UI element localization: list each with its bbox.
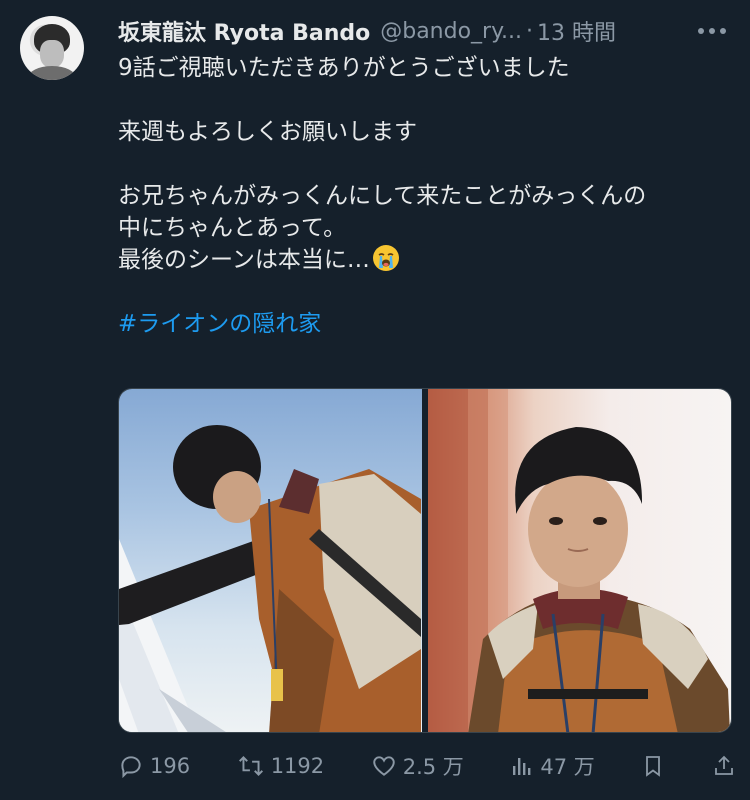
retweet-count: 1192 (270, 754, 325, 778)
avatar[interactable] (20, 16, 84, 80)
retweet-icon (237, 753, 265, 779)
views-chart-icon (510, 754, 534, 778)
tweet-text: 9話ご視聴いただきありがとうございました 来週もよろしくお願いします お兄ちゃん… (118, 52, 728, 340)
tweet-line-2 (118, 84, 728, 116)
tweet-timestamp[interactable]: 13 時間 (537, 15, 616, 47)
reply-count: 196 (150, 754, 191, 778)
tweet-line-3: 来週もよろしくお願いします (118, 119, 417, 145)
bookmark-button[interactable] (641, 753, 665, 779)
tweet-actions: 196 1192 2.5 万 47 万 (118, 748, 736, 784)
hashtag-link[interactable]: #ライオンの隠れ家 (118, 308, 728, 340)
crying-face-emoji-icon (372, 244, 400, 272)
bookmark-icon (641, 753, 665, 779)
photo-1[interactable] (119, 389, 422, 732)
tweet: 坂東龍汰 Ryota Bando @bando_ry... · 13 時間 9話… (0, 0, 750, 800)
tweet-line-6: 中にちゃんとあって。 (118, 215, 347, 241)
tweet-line-4 (118, 148, 728, 180)
tweet-line-7: 最後のシーンは本当に… (118, 247, 370, 273)
reply-icon (118, 753, 144, 779)
views-button[interactable]: 47 万 (510, 751, 595, 781)
reply-button[interactable]: 196 (118, 753, 190, 779)
like-count: 2.5 万 (402, 755, 464, 779)
share-button[interactable] (712, 753, 736, 779)
separator-dot: · (525, 18, 533, 44)
media-grid (118, 388, 732, 733)
tweet-line-5: お兄ちゃんがみっくんにして来たことがみっくんの (118, 183, 647, 209)
author-name[interactable]: 坂東龍汰 Ryota Bando (118, 15, 370, 47)
tweet-line-7-wrap: 最後のシーンは本当に… (118, 244, 728, 276)
tweet-line-1: 9話ご視聴いただきありがとうございました (118, 55, 570, 81)
retweet-button[interactable]: 1192 (237, 753, 324, 779)
views-count: 47 万 (540, 755, 595, 779)
author-handle[interactable]: @bando_ry... (380, 19, 522, 44)
more-icon[interactable] (694, 14, 730, 48)
heart-icon (371, 753, 397, 779)
share-icon (712, 753, 736, 779)
like-button[interactable]: 2.5 万 (371, 751, 464, 781)
tweet-header: 坂東龍汰 Ryota Bando @bando_ry... · 13 時間 (118, 14, 734, 48)
photo-2[interactable] (428, 389, 731, 732)
